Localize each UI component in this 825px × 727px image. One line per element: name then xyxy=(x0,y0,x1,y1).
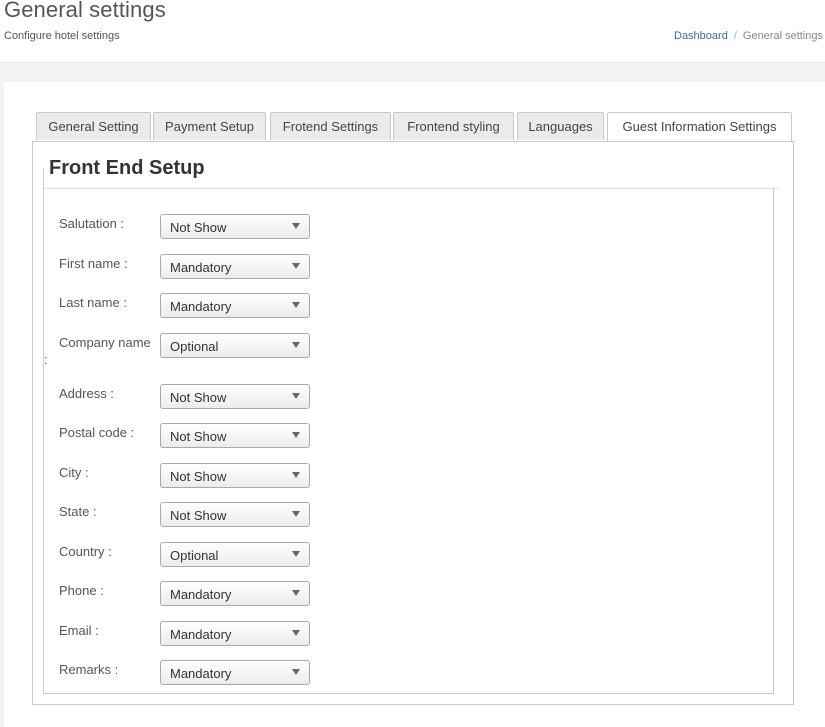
chevron-down-icon xyxy=(292,630,300,636)
page-header: General settings Configure hotel setting… xyxy=(0,0,825,63)
postal-code-select[interactable]: Not Show xyxy=(160,423,310,448)
postal-code-label: Postal code : xyxy=(59,425,135,440)
country-value: Optional xyxy=(170,548,219,563)
tab-guest-information-settings[interactable]: Guest Information Settings xyxy=(607,112,792,142)
tab-languages[interactable]: Languages xyxy=(517,112,604,140)
country-label: Country : xyxy=(59,544,112,559)
breadcrumb-current: General settings xyxy=(742,30,823,42)
stray-colon: : xyxy=(44,352,48,367)
company-name-select[interactable]: Optional xyxy=(160,333,310,358)
country-select[interactable]: Optional xyxy=(160,542,310,567)
chevron-down-icon xyxy=(292,551,300,557)
state-value: Not Show xyxy=(170,508,227,523)
address-label: Address : xyxy=(59,386,114,401)
chevron-down-icon xyxy=(292,263,300,269)
chevron-down-icon xyxy=(292,342,300,348)
remarks-label: Remarks : xyxy=(59,662,119,677)
page-title: General settings xyxy=(4,0,166,22)
remarks-select[interactable]: Mandatory xyxy=(160,660,310,685)
chevron-down-icon xyxy=(292,223,300,229)
chevron-down-icon xyxy=(292,432,300,438)
email-value: Mandatory xyxy=(170,627,232,642)
state-label: State : xyxy=(59,504,97,519)
breadcrumb-separator: / xyxy=(733,30,737,42)
last-name-select[interactable]: Mandatory xyxy=(160,293,310,318)
page-subtitle: Configure hotel settings xyxy=(4,30,120,42)
chevron-down-icon xyxy=(292,393,300,399)
last-name-value: Mandatory xyxy=(170,299,232,314)
chevron-down-icon xyxy=(292,472,300,478)
city-value: Not Show xyxy=(170,469,227,484)
tab-frontend-styling[interactable]: Frontend styling xyxy=(393,112,514,140)
state-select[interactable]: Not Show xyxy=(160,502,310,527)
tab-general-setting[interactable]: General Setting xyxy=(36,112,151,140)
breadcrumb-dashboard-link[interactable]: Dashboard xyxy=(674,30,728,42)
last-name-label: Last name : xyxy=(59,295,127,310)
phone-value: Mandatory xyxy=(170,587,232,602)
chevron-down-icon xyxy=(292,669,300,675)
phone-label: Phone : xyxy=(59,583,104,598)
breadcrumb: Dashboard / General settings xyxy=(674,30,823,42)
salutation-label: Salutation : xyxy=(59,216,125,231)
phone-select[interactable]: Mandatory xyxy=(160,581,310,606)
salutation-value: Not Show xyxy=(170,220,227,235)
chevron-down-icon xyxy=(292,302,300,308)
front-end-setup-legend: Front End Setup xyxy=(49,157,207,180)
front-end-setup-fieldset xyxy=(43,188,774,694)
legend-underline xyxy=(43,188,778,189)
address-value: Not Show xyxy=(170,390,227,405)
email-select[interactable]: Mandatory xyxy=(160,621,310,646)
postal-code-value: Not Show xyxy=(170,429,227,444)
first-name-select[interactable]: Mandatory xyxy=(160,254,310,279)
city-label: City : xyxy=(59,465,89,480)
salutation-select[interactable]: Not Show xyxy=(160,214,310,239)
tab-frontend-settings[interactable]: Frotend Settings xyxy=(270,112,391,140)
first-name-value: Mandatory xyxy=(170,260,232,275)
address-select[interactable]: Not Show xyxy=(160,384,310,409)
company-name-label: Company name xyxy=(59,335,151,350)
tab-payment-setup[interactable]: Payment Setup xyxy=(153,112,266,140)
city-select[interactable]: Not Show xyxy=(160,463,310,488)
chevron-down-icon xyxy=(292,590,300,596)
email-label: Email : xyxy=(59,623,99,638)
fieldset-border-tick xyxy=(43,168,44,188)
chevron-down-icon xyxy=(292,511,300,517)
remarks-value: Mandatory xyxy=(170,666,232,681)
first-name-label: First name : xyxy=(59,256,128,271)
company-name-value: Optional xyxy=(170,339,219,354)
